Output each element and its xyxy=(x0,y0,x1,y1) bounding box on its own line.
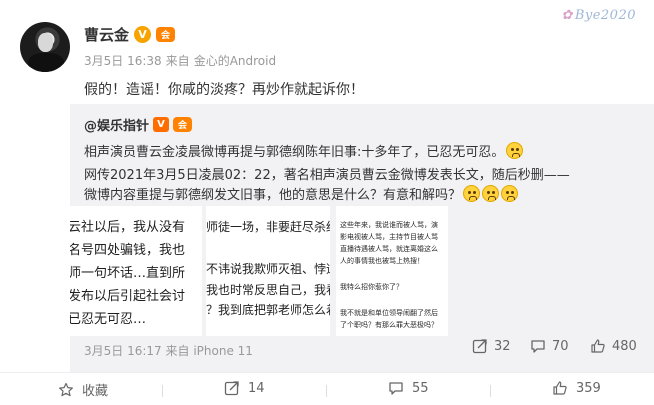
comment-icon xyxy=(389,382,403,395)
member-badge-icon: 会 xyxy=(156,27,176,42)
image-2-line: ？我到底把郭老师怎么着 xyxy=(206,303,330,317)
post-source: 金心的Android xyxy=(193,54,277,68)
comment-button[interactable]: 55 xyxy=(388,380,429,396)
divider xyxy=(162,385,163,397)
comment-count: 55 xyxy=(412,380,429,396)
thumbs-up-icon xyxy=(591,339,605,353)
repost-card: @娱乐指针 V 会 相声演员曹云金凌晨微博再提与郭德纲陈年旧事:十多年了，已忍无… xyxy=(70,104,654,372)
image-1-line: 名号四处骗钱，我也 xyxy=(70,243,186,258)
author-row: 曹云金 V 会 xyxy=(84,24,176,45)
watermark-flower-icon: ✿ xyxy=(561,8,573,23)
repost-author-name[interactable]: @娱乐指针 xyxy=(84,115,149,134)
repost-meta: 3月5日 16:17 来自 iPhone 11 xyxy=(84,342,253,359)
image-3-line: 影电视被人骂，主持节目被人骂 xyxy=(340,233,438,241)
repost-text-line-3: 微博内容重提与郭德纲发文旧事，他的意思是什么？有意和解吗？ xyxy=(84,184,519,203)
comment-icon xyxy=(531,340,545,353)
share-count: 14 xyxy=(248,380,265,396)
image-1-line: 云社以后，我从没有 xyxy=(70,220,186,235)
share-button[interactable]: 14 xyxy=(224,380,265,396)
image-3-line: 我不就是和单位领导闹翻了然后 xyxy=(340,309,438,317)
repost-share-button[interactable]: 32 xyxy=(472,338,511,354)
watermark-text: Bye2020 xyxy=(574,8,636,23)
repost-text-line-2: 网传2021年3月5日凌晨02：22，著名相声演员曹云金微博发表长文，随后秒删—… xyxy=(84,164,570,183)
image-3-line: 了个职吗？有那么罪大恶极吗？ xyxy=(340,321,438,329)
divider xyxy=(326,385,327,397)
image-2-line: 师徒一场，非要赶尽杀绝 xyxy=(206,220,330,234)
post-footer: 收藏 14 55 359 xyxy=(0,372,654,405)
verified-badge-icon: V xyxy=(134,26,152,43)
favorite-button[interactable]: 收藏 xyxy=(58,380,108,399)
thumbs-up-icon xyxy=(553,381,567,395)
repost-member-badge-icon: 会 xyxy=(173,117,193,132)
image-3-line: 我特么招你惹你了？ xyxy=(340,283,403,291)
image-3-line: 直播待遇被人骂，就连离婚这么 xyxy=(340,245,438,253)
share-icon xyxy=(472,339,487,354)
repost-verified-badge-icon: V xyxy=(153,117,170,132)
image-3-line: 人的事情我也被骂上热搜！ xyxy=(340,257,424,265)
image-2-line: 不讳说我欺师灭祖、悖逆 xyxy=(206,262,330,276)
author-name[interactable]: 曹云金 xyxy=(84,24,129,45)
avatar-face xyxy=(38,33,53,52)
author-avatar[interactable] xyxy=(20,22,70,72)
image-1-line: 发布以后引起社会讨 xyxy=(70,289,186,304)
image-3-line: 这些年来，我说谁而被人骂，演 xyxy=(340,221,438,229)
divider xyxy=(490,385,491,397)
repost-text-line-1: 相声演员曹云金凌晨微博再提与郭德纲陈年旧事:十多年了，已忍无可忍。 xyxy=(84,141,524,160)
post-source-prefix: 来自 xyxy=(165,54,190,68)
share-icon xyxy=(224,381,239,396)
sad-face-emoji-icon xyxy=(501,185,519,202)
image-2-line: 我也时常反思自己，我看 xyxy=(206,283,330,297)
like-button[interactable]: 359 xyxy=(552,380,601,396)
post-text: 假的！造谣！你咸的淡疼？再炒作就起诉你！ xyxy=(84,82,364,98)
repost-comment-count: 70 xyxy=(552,338,569,354)
post-meta: 3月5日 16:38 来自 金心的Android xyxy=(84,52,276,69)
repost-text-1: 相声演员曹云金凌晨微博再提与郭德纲陈年旧事:十多年了，已忍无可忍。 xyxy=(84,145,505,160)
repost-like-count: 480 xyxy=(612,338,637,354)
sad-face-emoji-icon xyxy=(463,185,481,202)
favorite-label: 收藏 xyxy=(82,384,109,399)
sad-face-emoji-icon xyxy=(482,185,500,202)
repost-comment-button[interactable]: 70 xyxy=(530,338,569,354)
star-icon xyxy=(59,382,73,396)
repost-share-count: 32 xyxy=(494,338,511,354)
repost-like-button[interactable]: 480 xyxy=(590,338,637,354)
repost-text-3: 微博内容重提与郭德纲发文旧事，他的意思是什么？有意和解吗？ xyxy=(84,188,462,203)
image-1-line: 师一句坏话…直到所 xyxy=(70,266,186,281)
repost-image-3[interactable]: 这些年来，我说谁而被人骂，演 影电视被人骂，主持节目被人骂 直播待遇被人骂，就连… xyxy=(336,206,448,336)
avatar-body xyxy=(28,53,64,72)
sad-face-emoji-icon xyxy=(506,142,524,159)
repost-author-row: @娱乐指针 V 会 xyxy=(84,115,193,134)
like-count: 359 xyxy=(576,380,601,396)
repost-date[interactable]: 3月5日 16:17 xyxy=(84,344,162,358)
repost-source: iPhone 11 xyxy=(193,344,253,358)
image-1-line: 已忍无可忍… xyxy=(70,312,147,327)
repost-text-2: 网传2021年3月5日凌晨02：22，著名相声演员曹云金微博发表长文，随后秒删—… xyxy=(84,168,570,183)
repost-source-prefix: 来自 xyxy=(165,344,190,358)
repost-image-1[interactable]: 云社以后，我从没有 名号四处骗钱，我也 师一句坏话…直到所 发布以后引起社会讨 … xyxy=(70,206,202,336)
post-date[interactable]: 3月5日 16:38 xyxy=(84,52,162,69)
watermark: ✿ Bye2020 xyxy=(561,8,636,23)
repost-image-2[interactable]: 师徒一场，非要赶尽杀绝 不讳说我欺师灭祖、悖逆 我也时常反思自己，我看 ？我到底… xyxy=(206,206,330,336)
